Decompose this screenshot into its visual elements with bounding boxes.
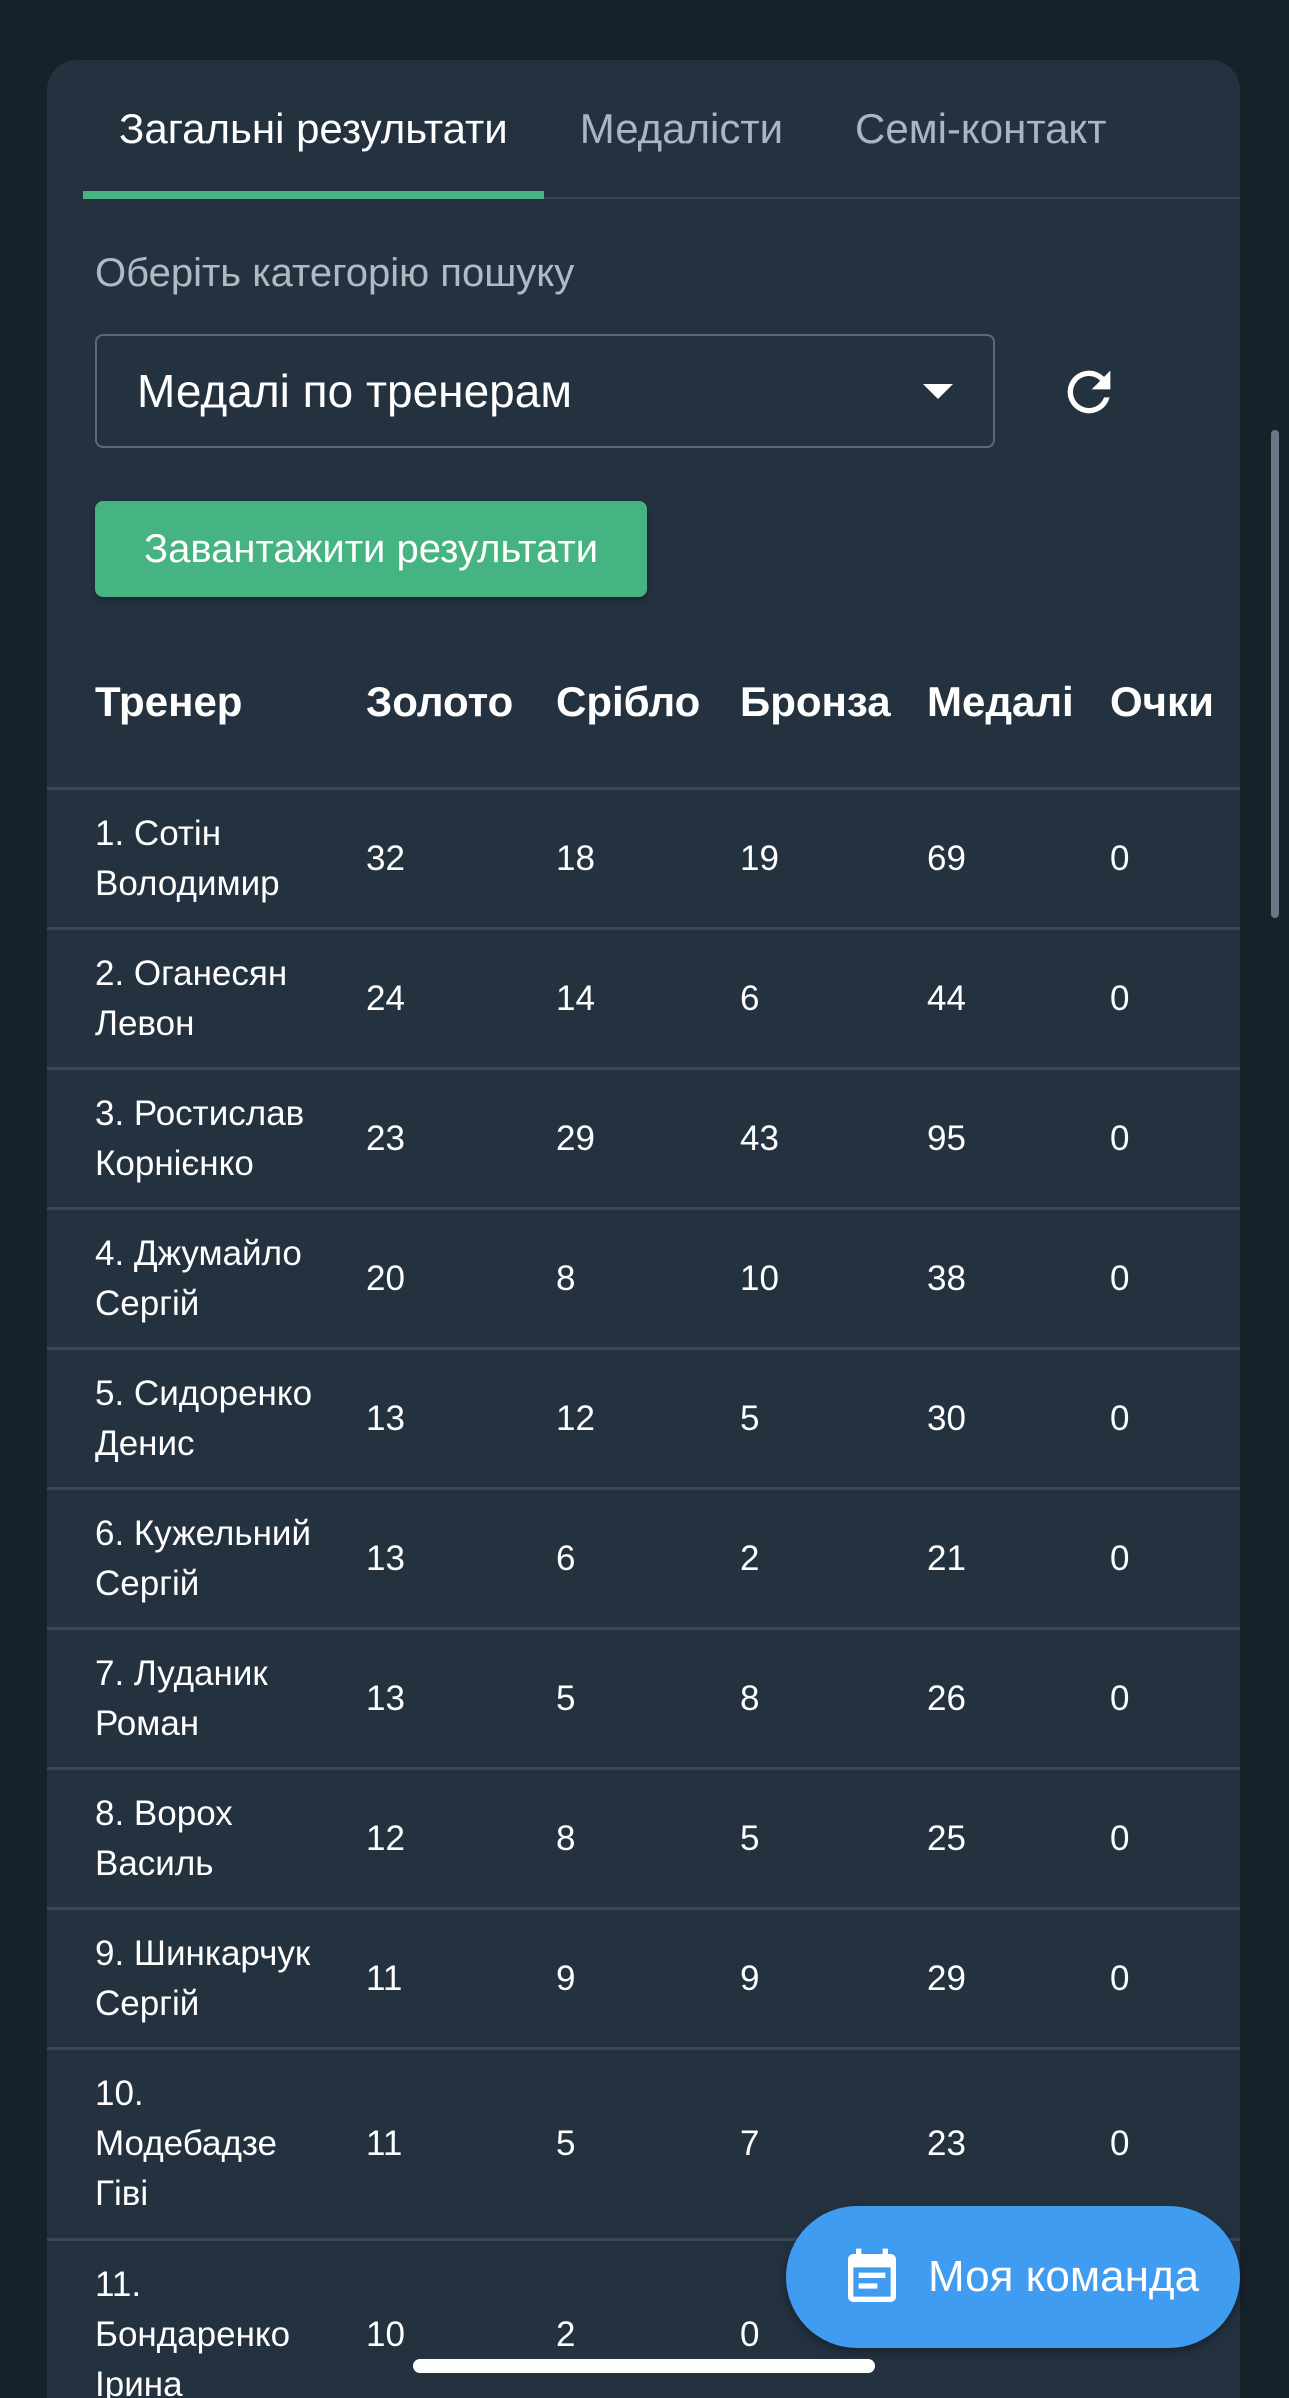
category-select[interactable]: Медалі по тренерам [95, 334, 995, 448]
bronze-count: 2 [740, 1538, 760, 1578]
points-count: 0 [1110, 838, 1130, 878]
gold-count: 11 [366, 1958, 403, 1998]
my-team-label: Моя команда [928, 2252, 1200, 2301]
table-row[interactable]: 7. Луданик Роман 13 5 8 26 0 [47, 1630, 1240, 1770]
tab-medalists[interactable]: Медалісти [544, 60, 819, 197]
silver-count: 8 [556, 1818, 576, 1858]
coach-name: 3. Ростислав Корнієнко [95, 1093, 305, 1183]
table-row[interactable]: 1. Сотін Володимир 32 18 19 69 0 [47, 790, 1240, 930]
tab-general-results[interactable]: Загальні результати [83, 60, 544, 199]
scrollbar[interactable] [1271, 430, 1279, 918]
coach-name: 11. Бондаренко Ірина [95, 2265, 291, 2398]
points-count: 0 [1110, 1118, 1130, 1158]
points-count: 0 [1110, 1678, 1130, 1718]
silver-count: 29 [556, 1118, 595, 1158]
gold-count: 12 [366, 1818, 405, 1858]
coach-name: 1. Сотін Володимир [95, 813, 280, 903]
header-points[interactable]: Очки [1110, 657, 1214, 787]
coaches-medals-table: Тренер Золото Срібло Бронза Медалі Очки … [47, 657, 1240, 2398]
silver-count: 14 [556, 978, 595, 1018]
refresh-icon[interactable] [1057, 360, 1121, 424]
table-row[interactable]: 5. Сидоренко Денис 13 12 5 30 0 [47, 1350, 1240, 1490]
coach-name: 8. Ворох Василь [95, 1793, 233, 1883]
coach-name: 9. Шинкарчук Сергій [95, 1933, 311, 2023]
tab-semi-contact[interactable]: Семі-контакт [819, 60, 1143, 197]
silver-count: 2 [556, 2315, 576, 2354]
silver-count: 5 [556, 2124, 576, 2163]
coach-name: 6. Кужельний Сергій [95, 1513, 311, 1603]
gold-count: 10 [366, 2315, 405, 2354]
table-row[interactable]: 4. Джумайло Сергій 20 8 10 38 0 [47, 1210, 1240, 1350]
medals-count: 29 [927, 1958, 966, 1998]
bronze-count: 5 [740, 1818, 760, 1858]
table-row[interactable]: 8. Ворох Василь 12 8 5 25 0 [47, 1770, 1240, 1910]
results-card: Загальні результати Медалісти Семі-конта… [47, 60, 1240, 2398]
category-select-value: Медалі по тренерам [137, 365, 572, 417]
bronze-count: 0 [740, 2315, 760, 2354]
gold-count: 13 [366, 1398, 405, 1438]
coach-name: 5. Сидоренко Денис [95, 1373, 313, 1463]
header-gold[interactable]: Золото [366, 657, 513, 787]
medals-count: 26 [927, 1678, 966, 1718]
silver-count: 6 [556, 1538, 576, 1578]
header-coach[interactable]: Тренер [95, 657, 242, 787]
table-row[interactable]: 9. Шинкарчук Сергій 11 9 9 29 0 [47, 1910, 1240, 2050]
silver-count: 9 [556, 1958, 576, 1998]
coach-name: 10. Модебадзе Гіві [95, 2074, 277, 2213]
search-category-label: Оберіть категорію пошуку [95, 251, 575, 295]
silver-count: 12 [556, 1398, 595, 1438]
header-bronze[interactable]: Бронза [740, 657, 891, 787]
tab-bar: Загальні результати Медалісти Семі-конта… [83, 60, 1240, 199]
medals-count: 30 [927, 1398, 966, 1438]
points-count: 0 [1110, 1398, 1130, 1438]
app-screen: Загальні результати Медалісти Семі-конта… [0, 0, 1289, 2398]
points-count: 0 [1110, 1958, 1130, 1998]
table-header: Тренер Золото Срібло Бронза Медалі Очки [47, 657, 1240, 790]
silver-count: 18 [556, 838, 595, 878]
silver-count: 5 [556, 1678, 576, 1718]
bronze-count: 7 [740, 2124, 760, 2163]
bronze-count: 19 [740, 838, 779, 878]
silver-count: 8 [556, 1258, 576, 1298]
points-count: 0 [1110, 1538, 1130, 1578]
bronze-count: 5 [740, 1398, 760, 1438]
table-row[interactable]: 3. Ростислав Корнієнко 23 29 43 95 0 [47, 1070, 1240, 1210]
gold-count: 20 [366, 1258, 405, 1298]
calendar-note-icon [848, 2248, 896, 2302]
bronze-count: 43 [740, 1118, 779, 1158]
table-row[interactable]: 6. Кужельний Сергій 13 6 2 21 0 [47, 1490, 1240, 1630]
medals-count: 44 [927, 978, 966, 1018]
home-indicator[interactable] [413, 2359, 875, 2373]
table-row[interactable]: 2. Оганесян Левон 24 14 6 44 0 [47, 930, 1240, 1070]
points-count: 0 [1110, 1258, 1130, 1298]
coach-name: 4. Джумайло Сергій [95, 1233, 302, 1323]
my-team-button[interactable]: Моя команда [786, 2206, 1240, 2348]
gold-count: 23 [366, 1118, 405, 1158]
medals-count: 25 [927, 1818, 966, 1858]
medals-count: 95 [927, 1118, 966, 1158]
medals-count: 69 [927, 838, 966, 878]
gold-count: 13 [366, 1678, 405, 1718]
bronze-count: 10 [740, 1258, 779, 1298]
gold-count: 11 [366, 2124, 403, 2163]
points-count: 0 [1110, 1818, 1130, 1858]
bronze-count: 8 [740, 1678, 760, 1718]
coach-name: 7. Луданик Роман [95, 1653, 268, 1743]
header-silver[interactable]: Срібло [556, 657, 700, 787]
medals-count: 21 [927, 1538, 966, 1578]
coach-name: 2. Оганесян Левон [95, 953, 288, 1043]
bronze-count: 9 [740, 1958, 760, 1998]
load-results-button[interactable]: Завантажити результати [95, 501, 647, 597]
header-medals[interactable]: Медалі [927, 657, 1074, 787]
gold-count: 24 [366, 978, 405, 1018]
medals-count: 38 [927, 1258, 966, 1298]
gold-count: 32 [366, 838, 405, 878]
gold-count: 13 [366, 1538, 405, 1578]
bronze-count: 6 [740, 978, 760, 1018]
caret-down-icon [923, 384, 953, 399]
points-count: 0 [1110, 978, 1130, 1018]
